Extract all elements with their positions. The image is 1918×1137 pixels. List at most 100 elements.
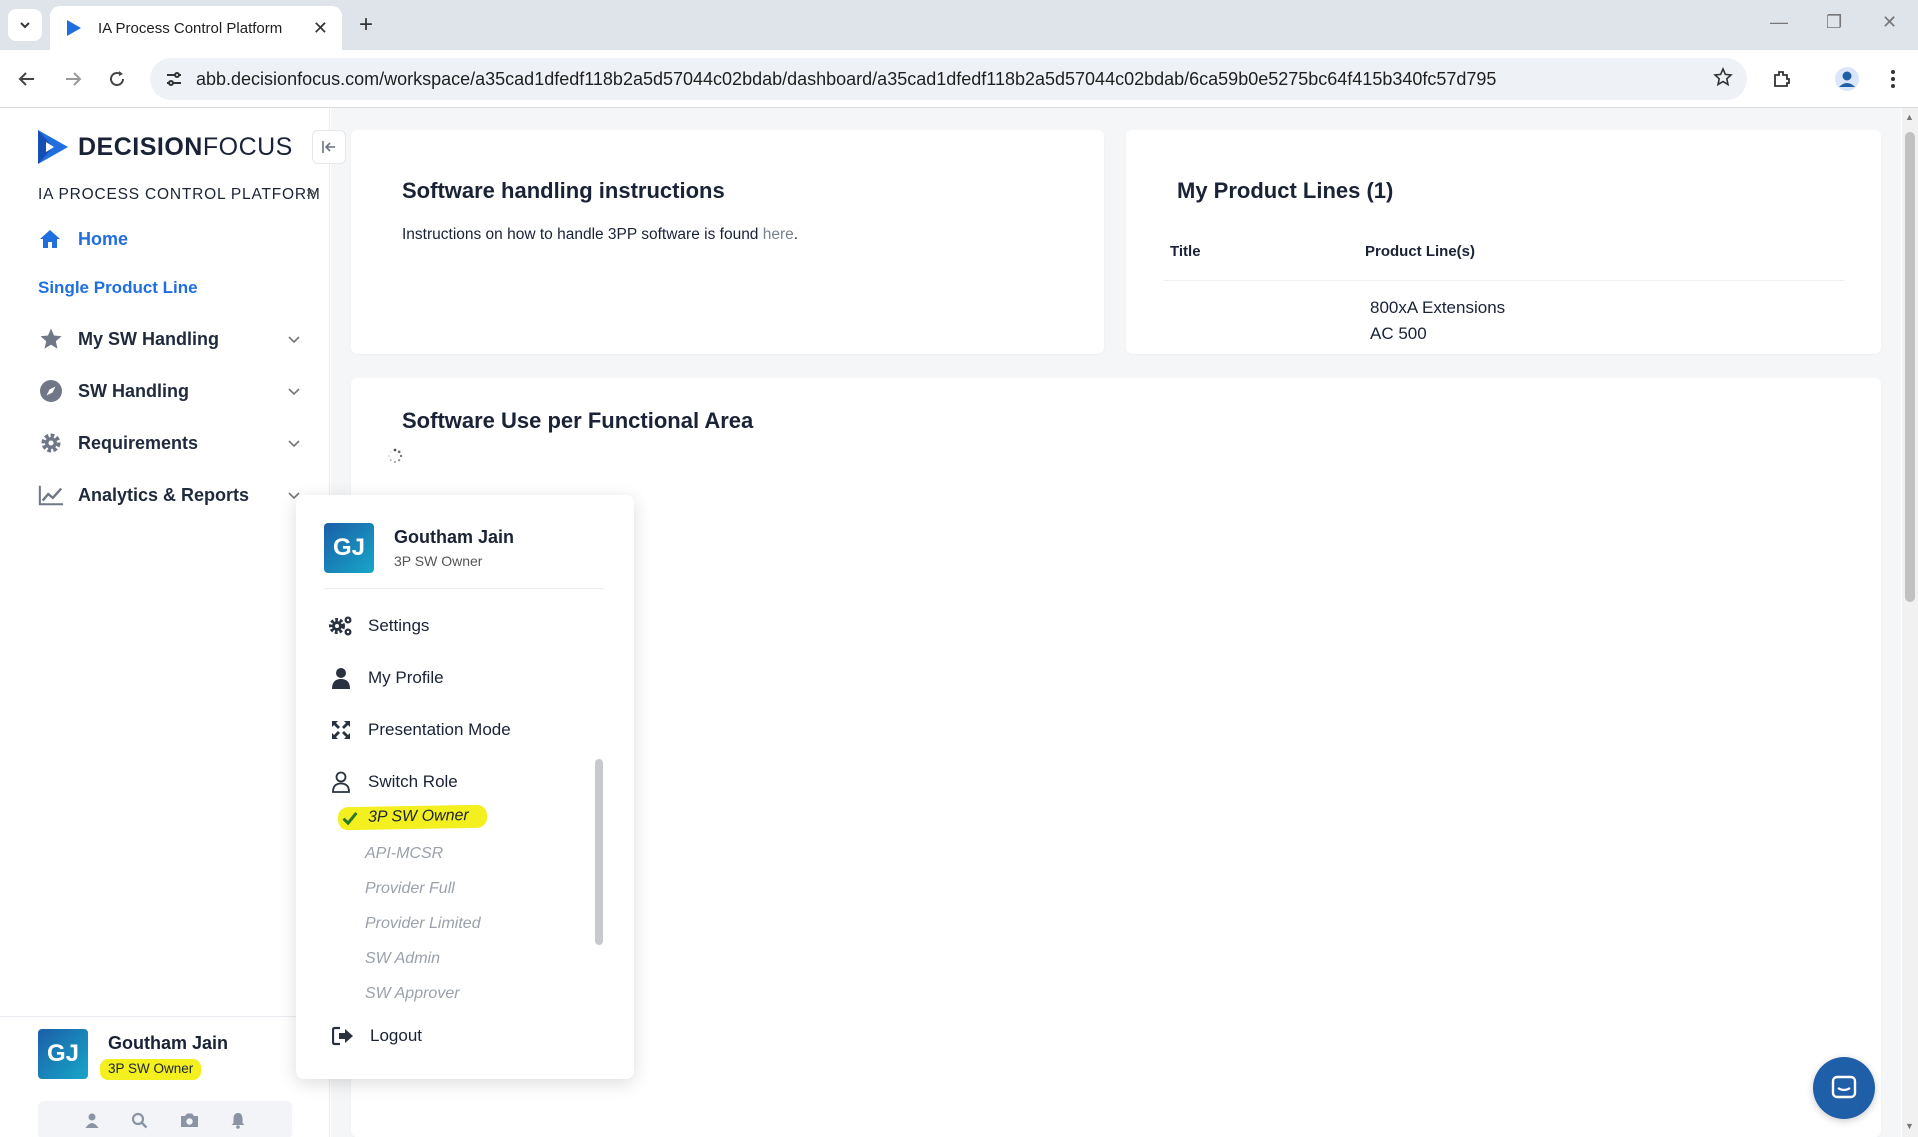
menu-item-logout[interactable]: Logout [330, 1023, 422, 1049]
sidebar-item-label: Requirements [78, 432, 199, 453]
tab-search-button[interactable] [8, 9, 42, 41]
logo-text-light: FOCUS [202, 132, 293, 161]
scroll-thumb[interactable] [1905, 132, 1915, 602]
instructions-link[interactable]: here [763, 226, 794, 243]
chart-line-icon [38, 482, 64, 508]
footer-toolbar [38, 1101, 292, 1137]
extensions-icon[interactable] [1767, 64, 1797, 94]
browser-tab-bar: IA Process Control Platform ✕ + — ❐ ✕ [0, 0, 1918, 50]
check-icon [342, 812, 358, 826]
column-header-title[interactable]: Title [1170, 243, 1201, 260]
single-product-line-link[interactable]: Single Product Line [38, 278, 198, 298]
sidebar-item-label: Analytics & Reports [78, 484, 250, 505]
sidebar-item-label: SW Handling [78, 380, 189, 401]
card-title: My Product Lines (1) [1177, 178, 1394, 203]
chevron-down-icon [288, 383, 300, 399]
role-option[interactable]: API-MCSR [365, 845, 443, 863]
menu-item-label: My Profile [368, 668, 444, 687]
browser-toolbar: abb.decisionfocus.com/workspace/a35cad1d… [0, 50, 1918, 108]
camera-icon[interactable] [180, 1112, 199, 1128]
menu-item-label: Settings [368, 616, 430, 635]
user-name[interactable]: Goutham Jain [108, 1033, 228, 1054]
expand-arrows-icon [328, 717, 354, 743]
page-scrollbar[interactable]: ▲ ▼ [1902, 108, 1918, 1137]
sidebar-item-requirements[interactable]: Requirements [38, 430, 300, 456]
sidebar-item-sw-handling[interactable]: SW Handling [38, 378, 300, 404]
scroll-up-icon[interactable]: ▲ [1905, 112, 1914, 122]
scroll-down-icon[interactable]: ▼ [1905, 1121, 1914, 1131]
table-divider [1164, 280, 1844, 281]
chat-icon [1831, 1075, 1857, 1099]
browser-menu-icon[interactable] [1878, 64, 1908, 94]
avatar[interactable]: GJ [38, 1029, 88, 1079]
profile-avatar-icon[interactable] [1832, 64, 1862, 94]
menu-item-settings[interactable]: Settings [328, 613, 429, 639]
minimize-icon[interactable]: — [1770, 12, 1788, 33]
tab-title: IA Process Control Platform [98, 19, 283, 37]
role-option[interactable]: SW Admin [365, 950, 440, 968]
menu-item-my-profile[interactable]: My Profile [328, 665, 444, 691]
card-title: Software handling instructions [402, 178, 725, 203]
gear-icon [38, 430, 64, 456]
chevron-down-icon [20, 22, 30, 29]
decisionfocus-logo[interactable]: DECISIONFOCUS [36, 128, 293, 166]
user-icon [328, 665, 354, 691]
logo-text-bold: DECISION [78, 132, 203, 161]
expand-platform-icon[interactable]: » [306, 182, 315, 202]
instructions-body: Instructions on how to handle 3PP softwa… [402, 226, 763, 243]
sidebar-item-my-sw-handling[interactable]: My SW Handling [38, 326, 300, 352]
bell-icon[interactable] [230, 1112, 246, 1129]
browser-tab[interactable]: IA Process Control Platform ✕ [50, 6, 342, 50]
forward-icon[interactable] [58, 64, 88, 94]
sidebar: DECISIONFOCUS IA PROCESS CONTROL PLATFOR… [0, 108, 346, 1137]
sidebar-item-label: My SW Handling [78, 328, 219, 349]
logout-icon [330, 1023, 356, 1049]
sidebar-item-home[interactable]: Home [38, 228, 128, 250]
avatar: GJ [324, 523, 374, 573]
restore-icon[interactable]: ❐ [1826, 12, 1842, 33]
column-header-product-lines[interactable]: Product Line(s) [1365, 243, 1475, 260]
site-settings-icon[interactable] [162, 70, 186, 88]
menu-item-label: Presentation Mode [368, 720, 511, 739]
gears-icon [328, 613, 354, 639]
menu-item-switch-role[interactable]: Switch Role [328, 769, 458, 795]
sidebar-user-footer: GJ Goutham Jain 3P SW Owner [0, 1016, 296, 1137]
platform-label: IA PROCESS CONTROL PLATFORM [38, 186, 321, 203]
arrow-left-bar-icon [322, 141, 335, 153]
back-icon[interactable] [12, 64, 42, 94]
instructions-suffix: . [793, 226, 799, 243]
address-bar[interactable]: abb.decisionfocus.com/workspace/a35cad1d… [150, 58, 1747, 100]
user-icon[interactable] [84, 1112, 100, 1128]
role-option[interactable]: Provider Full [365, 880, 455, 898]
role-option-active[interactable]: 3P SW Owner [337, 804, 487, 831]
star-icon [38, 326, 64, 352]
role-option[interactable]: Provider Limited [365, 915, 481, 933]
role-option-label: 3P SW Owner [367, 807, 469, 826]
sidebar-item-label: Home [78, 228, 129, 249]
role-option[interactable]: SW Approver [365, 985, 460, 1003]
new-tab-button[interactable]: + [352, 11, 380, 39]
sidebar-item-analytics-reports[interactable]: Analytics & Reports [38, 482, 300, 508]
product-line-value: AC 500 [1370, 324, 1427, 343]
menu-item-label: Switch Role [368, 772, 458, 791]
menu-divider [324, 588, 604, 589]
home-icon [40, 230, 60, 248]
role-list-scrollbar[interactable] [595, 759, 603, 945]
instructions-card: Software handling instructions Instructi… [351, 130, 1104, 354]
instructions-text: Instructions on how to handle 3PP softwa… [402, 226, 798, 244]
menu-item-presentation-mode[interactable]: Presentation Mode [328, 717, 511, 743]
menu-user-name: Goutham Jain [394, 527, 515, 547]
bookmark-star-icon[interactable] [1713, 66, 1733, 92]
search-icon[interactable] [131, 1112, 148, 1129]
product-line-value: 800xA Extensions [1370, 298, 1506, 317]
loading-spinner-icon [388, 448, 403, 463]
chat-launcher-button[interactable] [1813, 1057, 1875, 1119]
compass-icon [38, 378, 64, 404]
close-window-icon[interactable]: ✕ [1882, 12, 1897, 33]
collapse-sidebar-button[interactable] [312, 130, 346, 164]
tab-close-icon[interactable]: ✕ [313, 18, 328, 39]
user-role-badge: 3P SW Owner [100, 1059, 202, 1080]
url-text: abb.decisionfocus.com/workspace/a35cad1d… [196, 68, 1497, 89]
reload-icon[interactable] [102, 64, 132, 94]
menu-item-label: Logout [370, 1026, 422, 1045]
